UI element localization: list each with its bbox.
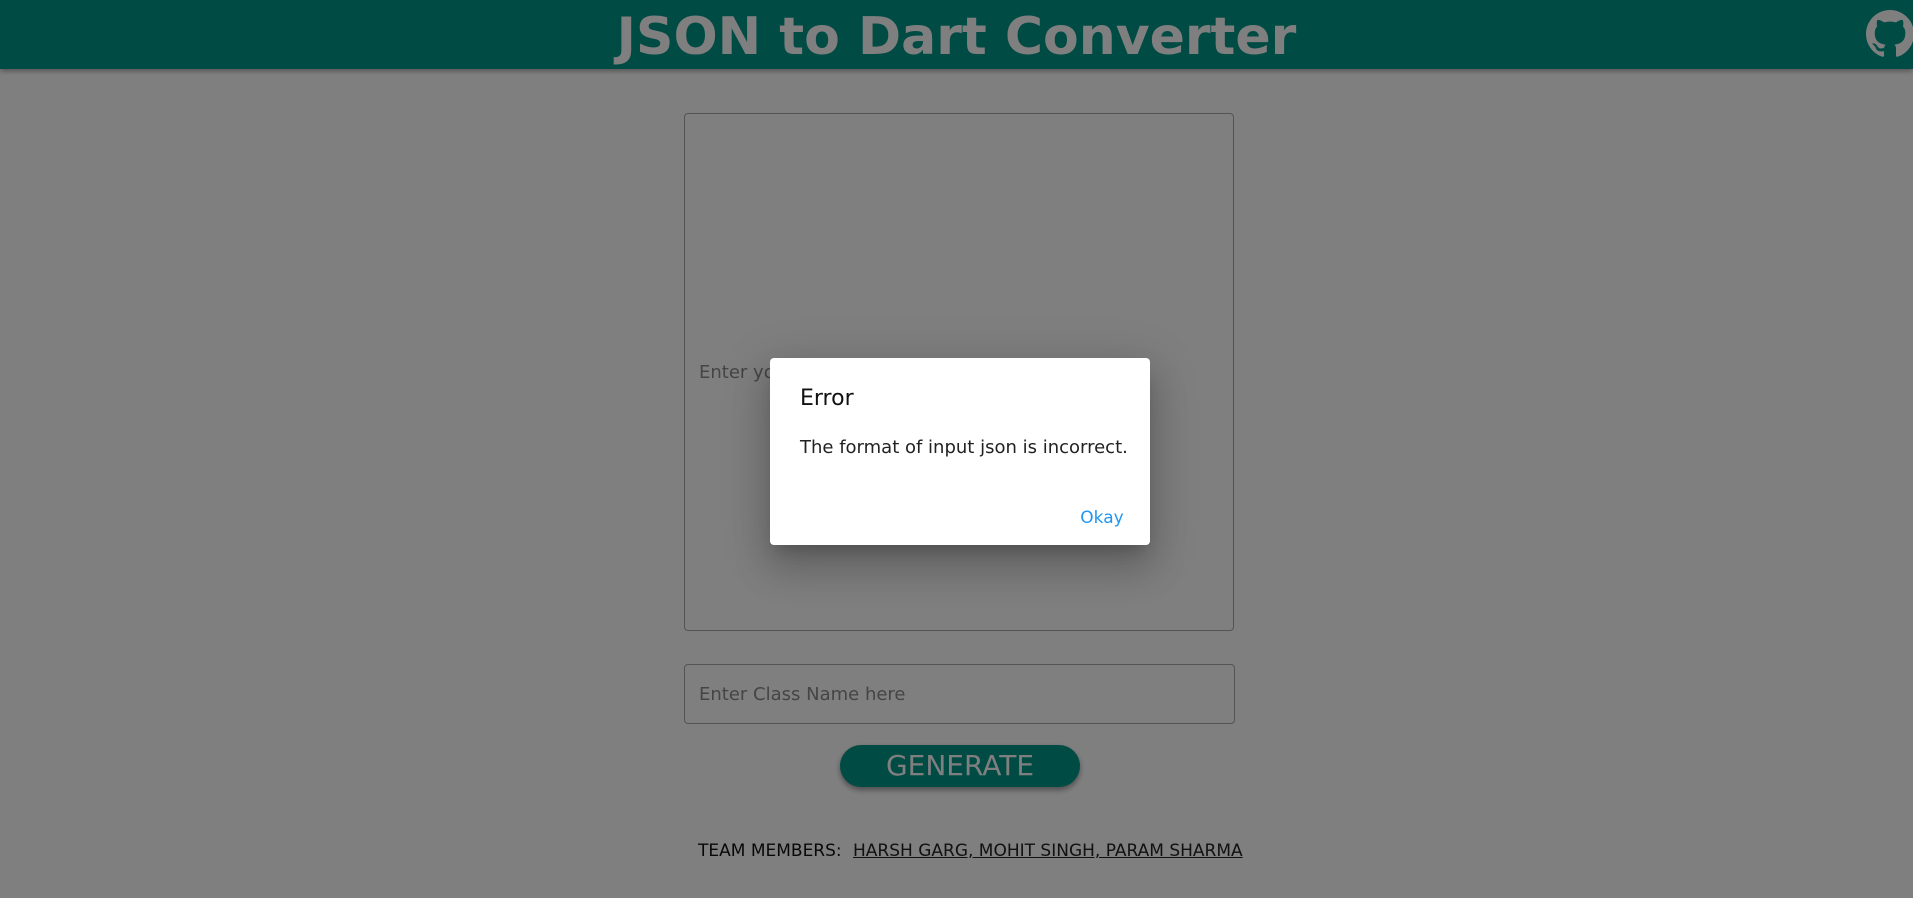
- dialog-message: The format of input json is incorrect.: [800, 437, 1128, 458]
- error-dialog: Error The format of input json is incorr…: [770, 358, 1150, 545]
- okay-button[interactable]: Okay: [1070, 501, 1134, 535]
- dialog-title: Error: [800, 386, 854, 411]
